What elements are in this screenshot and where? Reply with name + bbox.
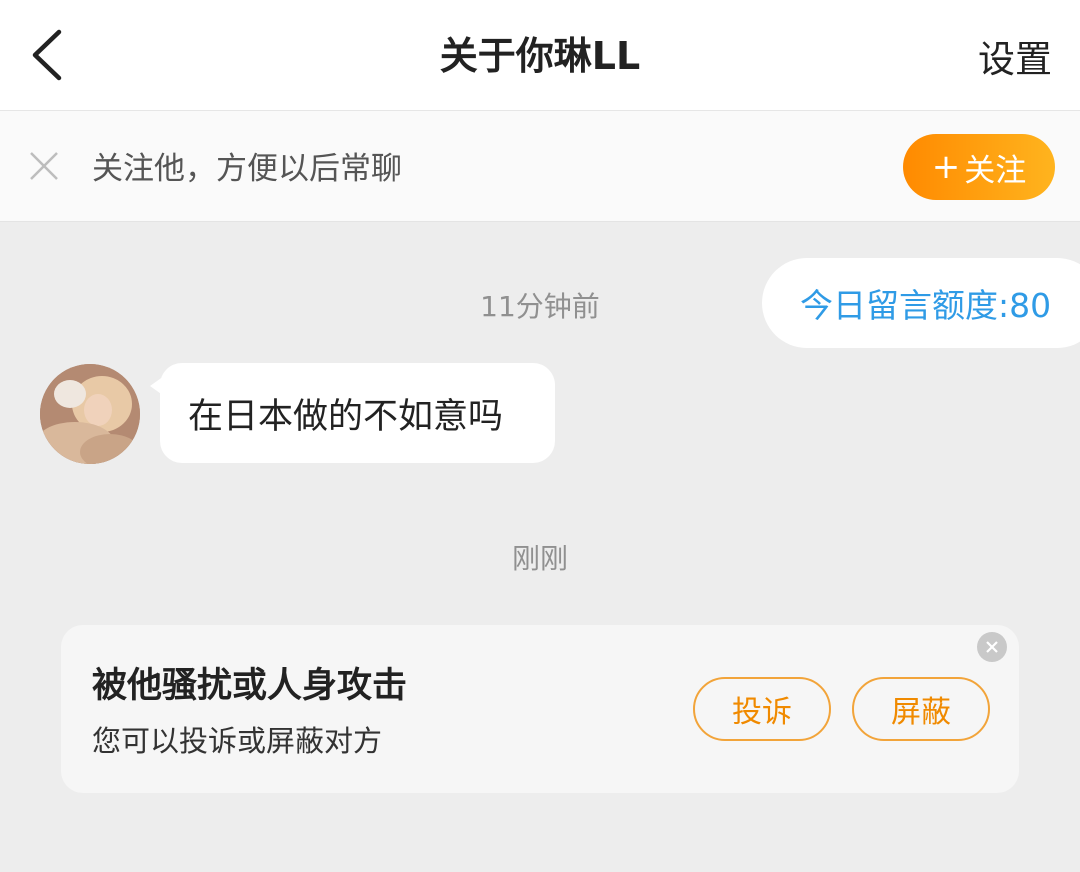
message-timestamp: 11分钟前 — [480, 290, 600, 323]
plus-icon: + — [931, 147, 961, 187]
follow-button[interactable]: + 关注 — [903, 134, 1055, 200]
close-icon — [986, 641, 998, 653]
block-button[interactable]: 屏蔽 — [852, 677, 990, 741]
follow-hint-text: 关注他，方便以后常聊 — [92, 151, 402, 187]
close-icon[interactable] — [28, 150, 60, 182]
avatar-image — [40, 364, 140, 464]
settings-button[interactable]: 设置 — [978, 36, 1052, 84]
follow-button-label: 关注 — [964, 152, 1027, 189]
report-card-title: 被他骚扰或人身攻击 — [92, 666, 408, 706]
message-timestamp-recent: 刚刚 — [511, 542, 568, 575]
report-button[interactable]: 投诉 — [693, 677, 831, 741]
report-card-subtitle: 您可以投诉或屏蔽对方 — [92, 724, 383, 758]
message-bubble[interactable]: 在日本做的不如意吗 — [160, 363, 555, 463]
avatar[interactable] — [40, 364, 140, 464]
page-title: 关于你琳LL — [439, 34, 641, 78]
card-close-button[interactable] — [977, 632, 1007, 662]
